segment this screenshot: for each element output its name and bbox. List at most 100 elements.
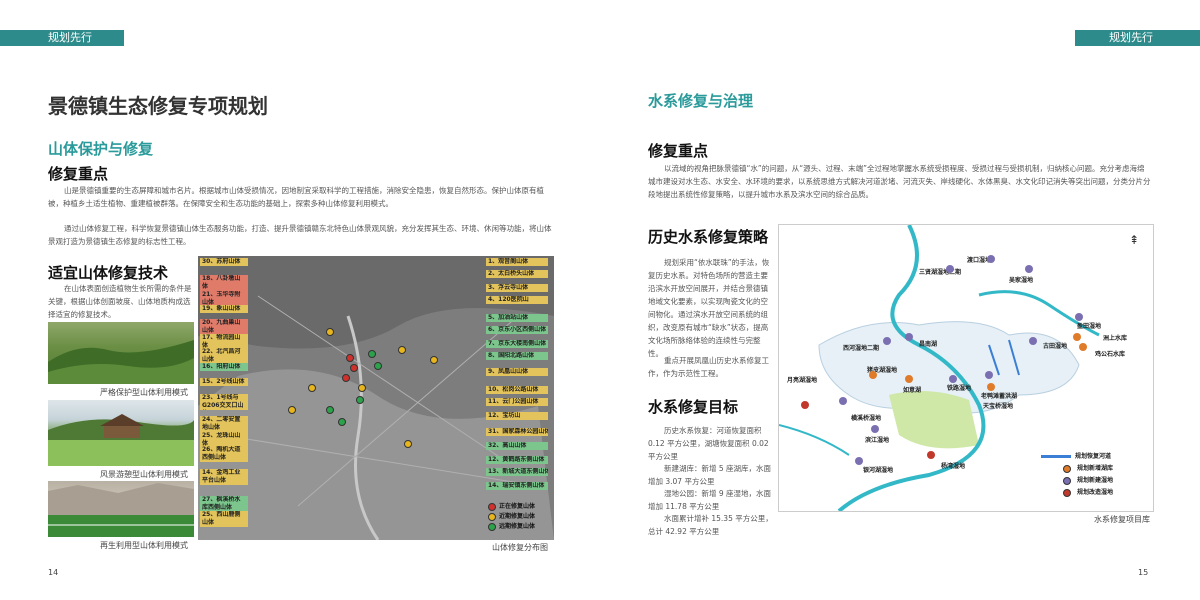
tech-heading: 适宜山体修复技术 xyxy=(48,264,169,282)
water-dot-orange xyxy=(987,383,995,391)
north-arrow-icon: ⇞ xyxy=(1128,233,1139,247)
map-dot-green xyxy=(338,418,346,426)
water-dot-purple xyxy=(905,333,913,341)
photo-regeneration xyxy=(48,481,194,537)
map-dot-green xyxy=(374,362,382,370)
water-map-label: 鸡公石水库 xyxy=(1095,351,1126,358)
water-dot-orange xyxy=(869,371,877,379)
legend-label: 规划新建湿地 xyxy=(1077,477,1114,484)
water-map-label: 如意湖 xyxy=(903,387,922,394)
map-dot-green xyxy=(356,396,364,404)
water-dot-orange xyxy=(1079,343,1087,351)
water-dot-purple xyxy=(985,371,993,379)
mountain-label: 25、西山鹿侧山体 xyxy=(200,511,248,527)
focus-heading-left: 修复重点 xyxy=(48,165,109,183)
water-dot-purple xyxy=(883,337,891,345)
mountain-label: 19、象山山体 xyxy=(200,305,248,313)
water-dot-orange xyxy=(905,375,913,383)
mountain-label: 10、松岗公路山体 xyxy=(486,386,548,394)
legend-row: 近期修复山体 xyxy=(488,512,535,522)
water-dot-purple xyxy=(839,397,847,405)
water-map-label: 西河湿地二期 xyxy=(843,345,880,352)
page-number-right: 15 xyxy=(1138,568,1149,577)
legend-label: 规划恢复河道 xyxy=(1075,453,1112,460)
legend-dot-green xyxy=(488,522,496,531)
mountain-label: 7、京东大楼南侧山体 xyxy=(486,340,548,348)
map-dot-red xyxy=(346,354,354,362)
tech-para: 在山体表面创造植物生长所需的条件是关键，根据山体创面坡度、山体地质构成选择适宜的… xyxy=(48,284,192,319)
water-dot-purple xyxy=(855,457,863,465)
map-dot-yellow xyxy=(404,440,412,448)
water-map-label: 滨江湿地 xyxy=(865,437,890,444)
mountain-label: 15、2号线山体 xyxy=(200,378,248,386)
legend-row: 规划新增湖库 xyxy=(1063,463,1114,475)
mountain-label: 24、二零安置地山体 xyxy=(200,416,248,432)
right-section-tag: 规划先行 xyxy=(1075,30,1200,46)
caption-regeneration: 再生利用型山体利用模式 xyxy=(100,541,188,550)
water-map-label: 洲上水库 xyxy=(1103,335,1128,342)
water-map-caption: 水系修复项目库 xyxy=(1094,515,1150,524)
caption-strict: 严格保护型山体利用模式 xyxy=(100,388,188,397)
water-map-label: 银河湖湿地 xyxy=(863,467,894,474)
mountain-label: 30、苏府山体 xyxy=(200,258,248,266)
water-dot-red xyxy=(801,401,809,409)
page-title: 景德镇生态修复专项规划 xyxy=(48,94,268,118)
mountain-label: 22、北汽昌河山体 xyxy=(200,348,248,364)
map-dot-red xyxy=(342,374,350,382)
water-map: ⇞ 渡口湿地 三贤湖湿地二期 吴家湿地 盈田湿地 洲上水库 鸡公石水库 西河湿地二期 昌南湖古… xyxy=(778,224,1154,512)
map-dot-yellow xyxy=(398,346,406,354)
focus-heading-right: 修复重点 xyxy=(648,142,709,160)
water-dot-purple xyxy=(1029,337,1037,345)
mountain-para-1: 山是景德镇重要的生态屏障和城市名片。根据城市山体受损情况，因地制宜采取科学的工程… xyxy=(48,186,544,208)
water-map-label: 老鸭滩蓄洪湖 xyxy=(981,393,1018,400)
hist-heading: 历史水系修复策略 xyxy=(648,228,769,246)
legend-label: 规划新增湖库 xyxy=(1077,465,1114,472)
section-title-water: 水系修复与治理 xyxy=(648,92,754,110)
water-dot-purple xyxy=(949,375,957,383)
mountain-label: 1、观音阁山体 xyxy=(486,258,548,266)
water-map-label: 横溪桥湿地 xyxy=(851,415,882,422)
legend-label: 规划改造湿地 xyxy=(1077,489,1114,496)
legend-dot-red xyxy=(1063,488,1071,497)
map-dot-green xyxy=(326,406,334,414)
water-dot-purple xyxy=(871,425,879,433)
mountain-label: 14、瑞安镇东侧山体 xyxy=(486,482,548,490)
mountain-label: 14、金鸡工业平台山体 xyxy=(200,469,248,485)
legend-row: 远期修复山体 xyxy=(488,522,535,532)
page-number-left: 14 xyxy=(48,568,59,577)
mountain-label: 13、新城大道东侧山体 xyxy=(486,468,548,476)
mountain-label: 31、国家森林公园山体 xyxy=(486,428,548,436)
legend-dot-yellow xyxy=(488,512,496,521)
left-section-tag: 规划先行 xyxy=(0,30,124,46)
water-map-legend: 规划恢复河道 规划新增湖库 规划新建湿地 规划改造湿地 xyxy=(1041,451,1114,499)
caption-scenic: 风景游憩型山体利用模式 xyxy=(100,470,188,479)
mountain-label: 32、高山山体 xyxy=(486,442,548,450)
mountain-label: 20、九曲巢山山体 xyxy=(200,319,248,335)
legend-row: 规划新建湿地 xyxy=(1063,475,1114,487)
water-map-label: 月亮湖湿地 xyxy=(787,377,818,384)
mountain-label: 2、太白桥头山体 xyxy=(486,270,548,278)
water-dot-purple xyxy=(987,255,995,263)
legend-label: 正在修复山体 xyxy=(499,503,536,510)
goal-2: 新建湖库：新增 5 座湖库，水面增加 3.07 平方公里 xyxy=(648,464,772,486)
mountain-label: 23、1号线与G206交叉口山体 xyxy=(200,394,248,410)
mountain-label: 6、京东小区西侧山体 xyxy=(486,326,548,334)
mountain-map-caption: 山体修复分布图 xyxy=(492,543,548,552)
goal-4: 水面累计增补 15.35 平方公里，总计 42.92 平方公里 xyxy=(648,514,773,536)
water-map-label: 杨湾湿地 xyxy=(941,463,966,470)
water-map-label: 古田湿地 xyxy=(1043,343,1068,350)
water-focus-para: 以流域的视角把脉景德镇“水”的问题，从“源头、过程、末端”全过程地掌握水系统受损… xyxy=(648,164,1151,199)
hist-para-2: 重点开展凤凰山历史水系修复工作，作为示范性工程。 xyxy=(648,356,769,378)
mountain-map: 30、苏府山体 18、八卦墩山体 21、玉华寺附山体 19、象山山体 20、九曲巢山山体… xyxy=(198,256,554,540)
legend-dot-orange xyxy=(1063,464,1071,473)
left-tag-text: 规划先行 xyxy=(48,31,92,44)
mountain-label: 9、凤凰山山体 xyxy=(486,368,548,376)
photo-strict-protection xyxy=(48,322,194,384)
goal-1: 历史水系恢复：河道恢复面积0.12 平方公里，湖塘恢复面积 0.02平方公里 xyxy=(648,426,769,461)
mountain-label: 12、宝坊山 xyxy=(486,412,548,420)
water-map-label: 天宝桥湿地 xyxy=(983,403,1014,410)
water-map-label: 吴家湿地 xyxy=(1009,277,1034,284)
map-dot-yellow xyxy=(358,384,366,392)
legend-dot-red xyxy=(488,502,496,511)
mountain-label: 11、云门公园山体 xyxy=(486,398,548,406)
